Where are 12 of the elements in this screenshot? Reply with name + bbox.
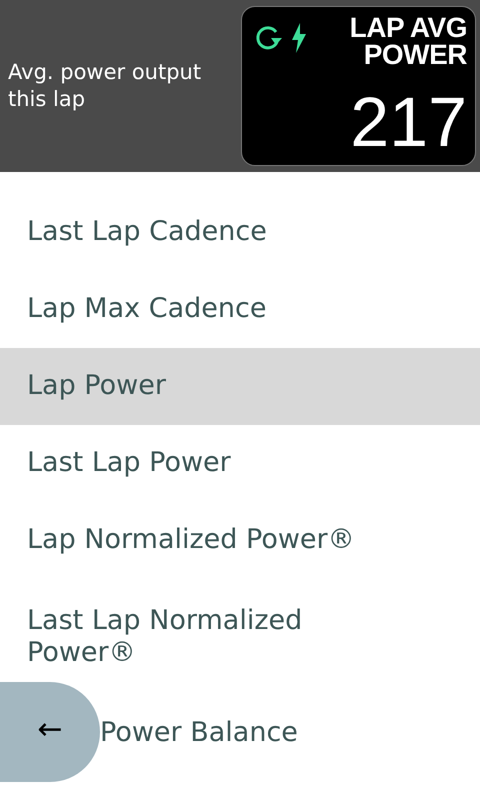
back-button[interactable]: ← bbox=[0, 682, 100, 782]
value-text: 217 bbox=[350, 87, 467, 157]
list-item[interactable]: Lap Power bbox=[0, 348, 480, 425]
title-text: POWER bbox=[362, 42, 467, 68]
list-item[interactable]: Last Lap Power bbox=[0, 425, 480, 502]
list-item[interactable]: Lap Normalized Power® bbox=[0, 502, 480, 579]
list-item[interactable]: Lap Max Cadence bbox=[0, 271, 480, 348]
lightning-icon bbox=[290, 23, 308, 53]
description-text: Avg. power output this lap bbox=[8, 58, 202, 113]
title-text: LAP AVG bbox=[350, 15, 467, 42]
list-item[interactable]: Last Lap Cadence bbox=[0, 194, 480, 271]
list-item[interactable]: Power Balance bbox=[100, 695, 480, 772]
